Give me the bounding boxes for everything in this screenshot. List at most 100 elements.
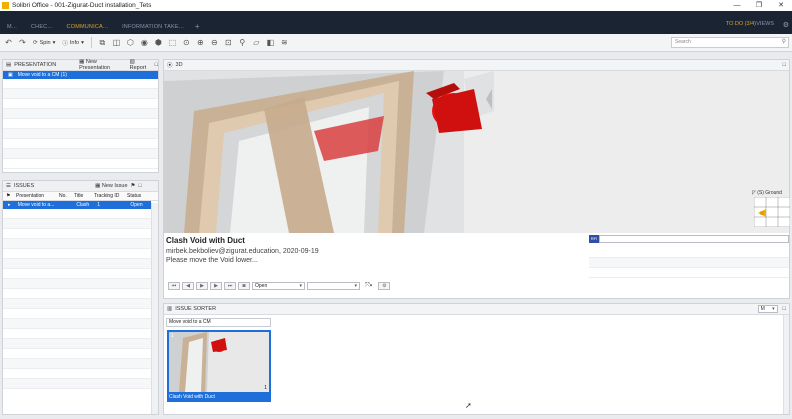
status-select[interactable]: Open ▾ (252, 282, 305, 290)
bcf-icon[interactable]: ⚙ (378, 282, 391, 290)
search-input[interactable]: Search ⚲ (671, 37, 789, 48)
column-header-presentation[interactable]: Presentation (13, 193, 56, 199)
cell-presentation: Move void to a... (17, 202, 55, 208)
column-header-title[interactable]: Title (71, 193, 91, 199)
issue-sorter-header: ▥ ISSUE SORTER M ▾ □ (164, 304, 789, 315)
app-logo-icon (2, 2, 9, 9)
list-item (3, 209, 151, 219)
main-toolbar: ↶ ↷ ⟳ Spin ▾ ⓘ Info ▾ ⧉ ◫ ⬡ ◉ ⬢ ⬚ ⊙ ⊕ ⊖ ⊡ ⚲ … (0, 34, 792, 52)
comment-input[interactable] (599, 235, 789, 243)
views-button[interactable]: VIEWS (756, 21, 774, 27)
list-item (589, 258, 789, 268)
spin-button[interactable]: ⟳ Spin ▾ (31, 40, 57, 46)
issue-title: Clash Void with Duct (166, 236, 245, 245)
tab-communication[interactable]: COMMUNICA... (60, 20, 116, 34)
isolate-icon[interactable]: ⬡ (125, 37, 136, 48)
first-issue-button[interactable]: ⏮ (168, 282, 180, 290)
table-row[interactable]: ▸ Move void to a... Clash 1 Open (3, 201, 151, 209)
previous-issue-button[interactable]: ◀ (182, 282, 194, 290)
play-button[interactable]: ▶ (196, 282, 208, 290)
presentation-header: ▤ PRESENTATION ▦ New Presentation ▧ Repo… (3, 59, 158, 71)
zoom-window-icon[interactable]: ⊡ (223, 37, 234, 48)
slide-icon: ▣ (8, 72, 13, 78)
comment-field[interactable]: RFI (589, 235, 789, 243)
list-item (3, 99, 158, 109)
column-header-no[interactable]: No. (56, 193, 71, 199)
report-button[interactable]: ▧ Report (130, 59, 152, 71)
maximize-panel-icon[interactable]: □ (138, 183, 141, 189)
visibility-icon[interactable]: ◉ (139, 37, 150, 48)
new-presentation-button[interactable]: ▦ New Presentation (79, 59, 126, 71)
sorter-group-field[interactable]: Move void to a CM (166, 318, 271, 327)
section-icon[interactable]: ▱ (251, 37, 262, 48)
ground-label[interactable]: ◸ (S) Ground (752, 190, 782, 196)
maximize-panel-icon[interactable]: □ (783, 62, 786, 68)
chevron-down-icon: ▾ (354, 283, 357, 289)
tab-list: M... CHEC... COMMUNICA... INFORMATION TA… (0, 20, 204, 34)
column-header-status[interactable]: Status (124, 193, 149, 199)
last-issue-button[interactable]: ⏭ (224, 282, 236, 290)
issues-header: ☰ ISSUES ▦ New Issue ⚑ □ (3, 181, 158, 192)
toolbar-divider (90, 37, 92, 48)
issue-sorter-title: ISSUE SORTER (175, 306, 217, 312)
issue-author-line: mirbek.bekboliev@zigurat.education, 2020… (166, 248, 319, 255)
add-tab-button[interactable]: + (191, 20, 204, 34)
status-value: Open (255, 283, 268, 289)
next-issue-button[interactable]: ▶ (210, 282, 222, 290)
minimize-button[interactable]: — (726, 0, 748, 11)
maximize-panel-icon[interactable]: □ (155, 62, 158, 68)
3d-viewport[interactable] (164, 71, 789, 233)
layers-icon[interactable]: ≋ (279, 37, 290, 48)
slicer-icon[interactable]: ◧ (265, 37, 276, 48)
flag-column-icon: ⚑ (6, 193, 11, 199)
selection-basket-icon[interactable]: ⧉ (97, 37, 108, 48)
list-item (3, 219, 151, 229)
tab-model[interactable]: M... (0, 20, 24, 34)
zoom-in-icon[interactable]: ⊕ (195, 37, 206, 48)
app-window: { "window": { "title": "Solibri Office -… (0, 0, 792, 419)
undo-icon[interactable]: ↶ (3, 37, 14, 48)
thumb-caption: Clash Void with Duct (169, 394, 215, 400)
list-item (3, 119, 158, 129)
new-issue-button[interactable]: ▦ New Issue (95, 183, 127, 189)
info-button[interactable]: ⓘ Info ▾ (60, 39, 85, 47)
info-icon: ⓘ (62, 40, 68, 47)
maximize-panel-icon[interactable]: □ (783, 306, 786, 312)
list-item (3, 89, 158, 99)
view-3d-title: 3D (175, 62, 183, 68)
measure-icon[interactable]: ⚲ (237, 37, 248, 48)
list-item (3, 359, 151, 369)
flag-icon[interactable]: ⚑ (131, 183, 136, 189)
redo-icon[interactable]: ↷ (17, 37, 28, 48)
issues-title: ISSUES (13, 183, 35, 189)
fit-icon[interactable]: ⬚ (167, 37, 178, 48)
floor-plan-navigator[interactable] (754, 197, 790, 227)
issue-thumbnail-card[interactable]: 1 1 Clash Void with Duct (167, 330, 271, 402)
settings-icon[interactable]: ⚙ (783, 21, 789, 29)
hide-icon[interactable]: ◫ (111, 37, 122, 48)
list-item (3, 159, 158, 169)
assignee-select[interactable]: ▾ (307, 282, 360, 290)
tab-information-takeoff[interactable]: INFORMATION TAKE... (115, 20, 191, 34)
list-item (3, 79, 158, 89)
presentation-item-label: Move void to a CM (1) (17, 72, 67, 78)
close-button[interactable]: ✕ (770, 0, 792, 11)
issues-panel: ☰ ISSUES ▦ New Issue ⚑ □ ⚑ Presentation … (2, 180, 159, 415)
column-header-tracking-id[interactable]: Tracking ID (91, 193, 124, 199)
sorter-scrollbar[interactable] (783, 315, 789, 414)
maximize-button[interactable]: ❐ (748, 0, 770, 11)
view-3d-panel: ⦿ 3D □ ◸ (S) Ground Clash Void with Duct… (163, 59, 790, 299)
view-cube-icon[interactable]: ⬢ (153, 37, 164, 48)
camera-icon[interactable]: ◙ (238, 282, 250, 290)
tab-checking[interactable]: CHEC... (24, 20, 60, 34)
comment-list (589, 248, 789, 284)
zoom-fit-icon[interactable]: ⊙ (181, 37, 192, 48)
transform-icon[interactable]: ⤧▾ (365, 283, 372, 290)
issues-scrollbar[interactable] (151, 203, 158, 414)
presentation-selected-item[interactable]: ▣ Move void to a CM (1) (3, 71, 158, 79)
presentation-title: PRESENTATION (14, 62, 57, 68)
thumbnail-size-select[interactable]: M ▾ (757, 305, 778, 313)
zoom-out-icon[interactable]: ⊖ (209, 37, 220, 48)
todo-counter[interactable]: TO DO (3/4) (726, 21, 756, 27)
new-issue-icon: ▦ (95, 183, 101, 189)
